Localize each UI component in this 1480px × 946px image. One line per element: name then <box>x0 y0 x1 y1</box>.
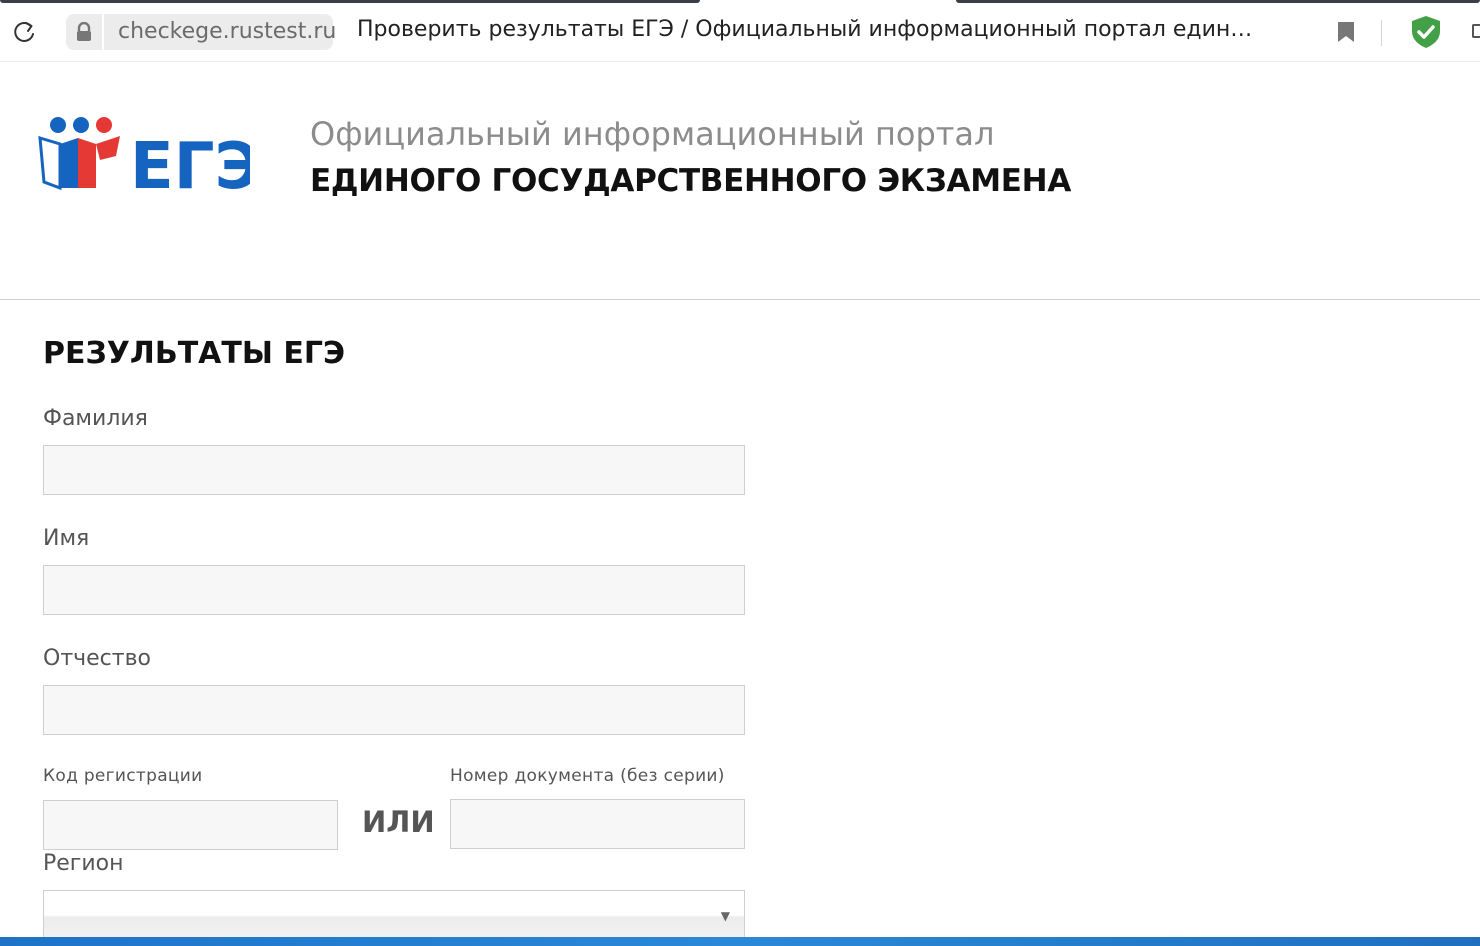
or-separator: ИЛИ <box>362 805 435 839</box>
toolbar-divider <box>1381 20 1382 46</box>
bookmark-icon[interactable] <box>1336 20 1356 48</box>
sidebar-toggle-icon[interactable] <box>1472 24 1480 38</box>
reload-icon[interactable] <box>10 18 38 46</box>
tab-strip-edge <box>0 0 700 3</box>
lock-icon[interactable] <box>66 14 102 50</box>
url-text: checkege.rustest.ru <box>118 19 337 44</box>
browser-toolbar: checkege.rustest.ru Проверить результаты… <box>0 0 1480 62</box>
name-input[interactable] <box>43 565 745 615</box>
region-select[interactable]: ▼ <box>43 890 745 940</box>
taskbar-strip <box>0 937 1480 946</box>
patronymic-input[interactable] <box>43 685 745 735</box>
reg-code-input[interactable] <box>43 800 338 850</box>
page-title: Проверить результаты ЕГЭ / Официальный и… <box>357 17 1262 42</box>
doc-number-label: Номер документа (без серии) <box>450 766 725 786</box>
patronymic-label: Отчество <box>43 646 152 671</box>
address-bar[interactable]: checkege.rustest.ru <box>104 14 337 50</box>
surname-input[interactable] <box>43 445 745 495</box>
doc-number-input[interactable] <box>450 799 745 849</box>
ege-logo[interactable]: ЕГЭ <box>38 116 261 204</box>
name-label: Имя <box>43 526 90 551</box>
portal-subtitle: Официальный информационный портал <box>310 115 995 153</box>
region-label: Регион <box>43 851 124 876</box>
dropdown-arrow-icon: ▼ <box>720 909 730 923</box>
site-header: ЕГЭ Официальный информационный портал ЕД… <box>0 62 1480 300</box>
portal-title: ЕДИНОГО ГОСУДАРСТВЕННОГО ЭКЗАМЕНА <box>310 163 1072 199</box>
surname-label: Фамилия <box>43 406 148 431</box>
tab-strip-edge-right <box>956 0 1480 3</box>
reg-code-label: Код регистрации <box>43 766 203 786</box>
shield-check-icon[interactable] <box>1408 14 1444 54</box>
logo-text: ЕГЭ <box>130 130 250 196</box>
results-heading: РЕЗУЛЬТАТЫ ЕГЭ <box>43 336 346 371</box>
